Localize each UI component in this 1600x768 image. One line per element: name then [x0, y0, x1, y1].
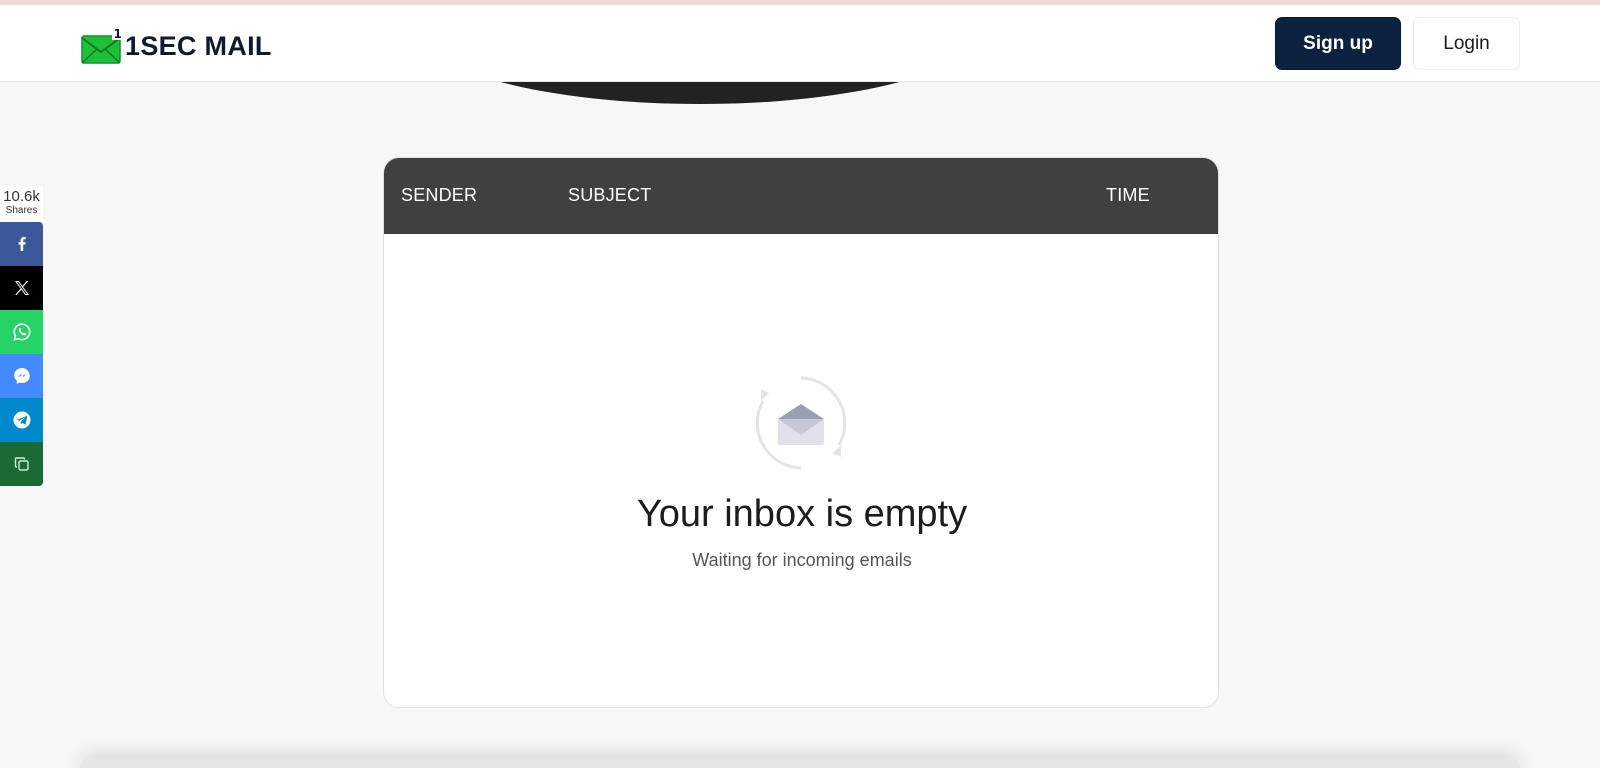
- facebook-icon: [18, 237, 26, 251]
- inbox-card: SENDER SUBJECT TIME Your inbox is empty …: [383, 157, 1219, 708]
- empty-inbox-subtitle: Waiting for incoming emails: [692, 550, 912, 570]
- share-whatsapp-button[interactable]: [0, 310, 43, 354]
- brand-name: 1SEC MAIL: [125, 30, 272, 61]
- share-count-value: 10.6k: [3, 188, 40, 205]
- share-facebook-button[interactable]: [0, 222, 43, 266]
- envelope-icon: 1: [81, 27, 122, 64]
- inbox-header-row: SENDER SUBJECT TIME: [384, 158, 1218, 234]
- login-button[interactable]: Login: [1413, 17, 1520, 70]
- telegram-icon: [13, 411, 30, 429]
- x-icon: [14, 281, 29, 295]
- refresh-envelope-icon: [755, 376, 847, 470]
- share-x-button[interactable]: [0, 266, 43, 310]
- column-sender: SENDER: [401, 185, 478, 205]
- empty-inbox-title: Your inbox is empty: [636, 493, 968, 535]
- copy-icon: [14, 457, 29, 471]
- share-copy-button[interactable]: [0, 442, 43, 486]
- column-subject: SUBJECT: [568, 185, 652, 205]
- whatsapp-icon: [12, 323, 30, 341]
- share-count: 10.6k Shares: [0, 186, 43, 222]
- share-messenger-button[interactable]: [0, 354, 43, 398]
- logo[interactable]: 1 1SEC MAIL: [81, 27, 272, 65]
- column-time: TIME: [1106, 185, 1150, 205]
- site-header: 1 1SEC MAIL Sign up Login: [0, 5, 1600, 82]
- bottom-panel-edge: [80, 758, 1520, 768]
- share-sidebar: 10.6k Shares: [0, 186, 43, 486]
- svg-text:1: 1: [114, 27, 122, 41]
- messenger-icon: [13, 368, 30, 384]
- signup-button[interactable]: Sign up: [1275, 17, 1401, 70]
- share-telegram-button[interactable]: [0, 398, 43, 442]
- share-count-label: Shares: [5, 205, 38, 216]
